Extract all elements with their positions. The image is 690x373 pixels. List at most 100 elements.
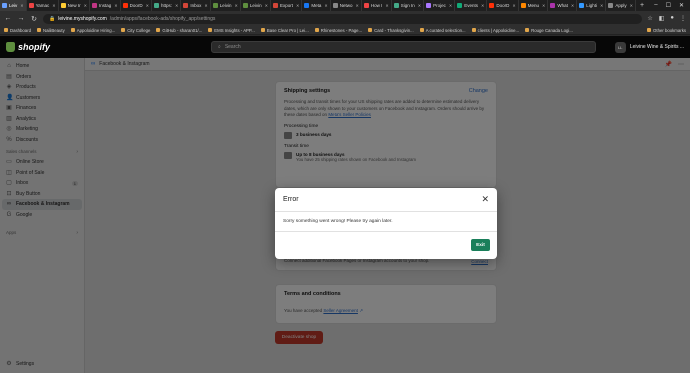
bookmark-item[interactable]: Appoloidine Hiring... <box>70 27 116 33</box>
tab-close-icon[interactable]: ✕ <box>235 3 238 8</box>
tab-close-icon[interactable]: ✕ <box>146 3 149 8</box>
browser-tab[interactable]: Lighti ✕ <box>577 0 607 11</box>
reload-icon[interactable]: ↻ <box>30 15 38 23</box>
tab-label: DoorD <box>496 3 510 8</box>
bookmark-favicon-icon <box>471 28 476 32</box>
tab-favicon-icon <box>304 3 310 8</box>
browser-tab[interactable]: How I ✕ <box>362 0 392 11</box>
tab-close-icon[interactable]: ✕ <box>418 3 421 8</box>
menu-icon[interactable]: ⋮ <box>680 15 686 22</box>
tab-close-icon[interactable]: ✕ <box>52 3 55 8</box>
tab-label: New Ir <box>67 3 81 8</box>
url-field[interactable]: 🔒 leivine.myshopify.com/admin/apps/faceb… <box>43 13 643 24</box>
store-menu[interactable]: LL Leivine Wine & Spirits ... <box>614 41 684 53</box>
browser-tab[interactable]: Apply ✕ <box>606 0 637 11</box>
bookmark-label: Card - Thanksgivin... <box>374 27 414 33</box>
search-icon: ⌕ <box>218 44 221 50</box>
tab-favicon-icon <box>242 3 248 8</box>
tab-close-icon[interactable]: ✕ <box>84 3 87 8</box>
store-name: Leivine Wine & Spirits ... <box>629 44 684 50</box>
tab-label: Menu <box>527 3 540 8</box>
browser-tab[interactable]: New Ir ✕ <box>59 0 91 11</box>
extensions-icon[interactable]: ◧ <box>659 15 665 22</box>
tab-favicon-icon <box>28 3 34 8</box>
tab-close-icon[interactable]: ✕ <box>542 3 545 8</box>
tab-close-icon[interactable]: ✕ <box>204 3 207 8</box>
forward-icon[interactable]: → <box>17 15 25 22</box>
browser-tab[interactable]: Inbox ✕ <box>181 0 211 11</box>
browser-tab[interactable]: https: ✕ <box>152 0 182 11</box>
bookmark-label: Appoloidine Hiring... <box>76 27 116 33</box>
tab-close-icon[interactable]: ✕ <box>600 3 603 8</box>
tab-favicon-icon <box>154 3 160 8</box>
tab-close-icon[interactable]: ✕ <box>20 3 23 8</box>
tab-close-icon[interactable]: ✕ <box>385 3 388 8</box>
back-icon[interactable]: ← <box>4 15 12 22</box>
tab-favicon-icon <box>273 3 279 8</box>
bookmark-item[interactable]: Rouge Canada Logi... <box>525 28 573 33</box>
browser-tab[interactable]: Events ✕ <box>455 0 488 11</box>
bookmark-item[interactable]: NailiBeauty <box>37 28 65 33</box>
browser-tab[interactable]: DoorD ✕ <box>487 0 519 11</box>
bookmark-item[interactable]: Base Clear Pro | Lei... <box>260 28 309 33</box>
browser-tab[interactable]: Projec ✕ <box>424 0 456 11</box>
browser-tab[interactable]: Instag ✕ <box>90 0 121 11</box>
tab-favicon-icon <box>92 3 98 8</box>
shopify-logo[interactable]: shopify <box>6 42 211 52</box>
bookmark-item[interactable]: EMS Insights - APP... <box>208 28 255 33</box>
close-icon[interactable]: ✕ <box>481 195 489 204</box>
browser-tab[interactable]: Yamac ✕ <box>27 0 59 11</box>
bookmark-item[interactable]: Card - Thanksgivin... <box>368 28 414 33</box>
tab-favicon-icon <box>579 3 585 8</box>
tab-close-icon[interactable]: ✕ <box>356 3 359 8</box>
tab-favicon-icon <box>122 3 128 8</box>
lock-icon: 🔒 <box>49 15 56 22</box>
tab-label: How I <box>370 3 383 8</box>
tab-close-icon[interactable]: ✕ <box>265 3 268 8</box>
minimize-icon[interactable]: – <box>654 2 657 9</box>
tab-close-icon[interactable]: ✕ <box>324 3 327 8</box>
tab-close-icon[interactable]: ✕ <box>449 3 452 8</box>
search-input[interactable]: ⌕ Search <box>211 41 596 53</box>
bookmark-item[interactable]: Dashboard <box>4 28 31 33</box>
tab-close-icon[interactable]: ✕ <box>630 3 633 8</box>
bookmark-item[interactable]: GitHub - sharan01/... <box>156 28 202 33</box>
tab-label: Events <box>464 3 479 8</box>
bookmark-item[interactable]: City College <box>121 28 150 33</box>
profile-icon[interactable]: ● <box>670 15 674 22</box>
tab-close-icon[interactable]: ✕ <box>571 3 574 8</box>
tab-favicon-icon <box>332 3 338 8</box>
bookmark-label: City College <box>127 27 151 33</box>
browser-tab[interactable]: Leiv ✕ <box>0 0 27 11</box>
avatar: LL <box>614 41 626 53</box>
tab-close-icon[interactable]: ✕ <box>175 3 178 8</box>
other-bookmarks[interactable]: Other bookmarks <box>647 28 686 33</box>
bookmark-item[interactable]: A curated selection... <box>419 27 466 33</box>
browser-tab[interactable]: Menu ✕ <box>519 0 549 11</box>
browser-tab[interactable]: Sign In ✕ <box>392 0 425 11</box>
tab-close-icon[interactable]: ✕ <box>512 3 515 8</box>
maximize-icon[interactable]: ☐ <box>666 2 671 9</box>
bookmark-label: A curated selection... <box>425 27 466 33</box>
browser-tab[interactable]: Meta ✕ <box>302 0 331 11</box>
bookmarks-bar: Dashboard NailiBeauty Appoloidine Hiring..… <box>0 26 690 35</box>
browser-tab[interactable]: Leivin ✕ <box>211 0 241 11</box>
tab-label: Lighti <box>586 3 598 8</box>
tab-close-icon[interactable]: ✕ <box>114 3 117 8</box>
browser-tab[interactable]: DoorD ✕ <box>121 0 153 11</box>
bookmark-label: EMS Insights - APP... <box>214 27 255 33</box>
close-window-icon[interactable]: ✕ <box>679 2 684 9</box>
bookmark-favicon-icon <box>419 28 424 32</box>
browser-tab[interactable]: Export ✕ <box>271 0 303 11</box>
star-icon[interactable]: ☆ <box>647 15 652 22</box>
tab-close-icon[interactable]: ✕ <box>296 3 299 8</box>
exit-button[interactable]: Exit <box>471 239 490 251</box>
tab-close-icon[interactable]: ✕ <box>481 3 484 8</box>
bookmark-item[interactable]: Rhinestones - Page... <box>314 28 362 33</box>
browser-tab[interactable]: Netwo ✕ <box>331 0 362 11</box>
bookmark-item[interactable]: clients | Appoloidine... <box>471 28 519 33</box>
tab-label: Apply <box>615 3 627 8</box>
browser-tab[interactable]: What ✕ <box>548 0 578 11</box>
browser-tab[interactable]: Leivin ✕ <box>241 0 272 11</box>
new-tab-icon[interactable]: + <box>636 2 648 9</box>
